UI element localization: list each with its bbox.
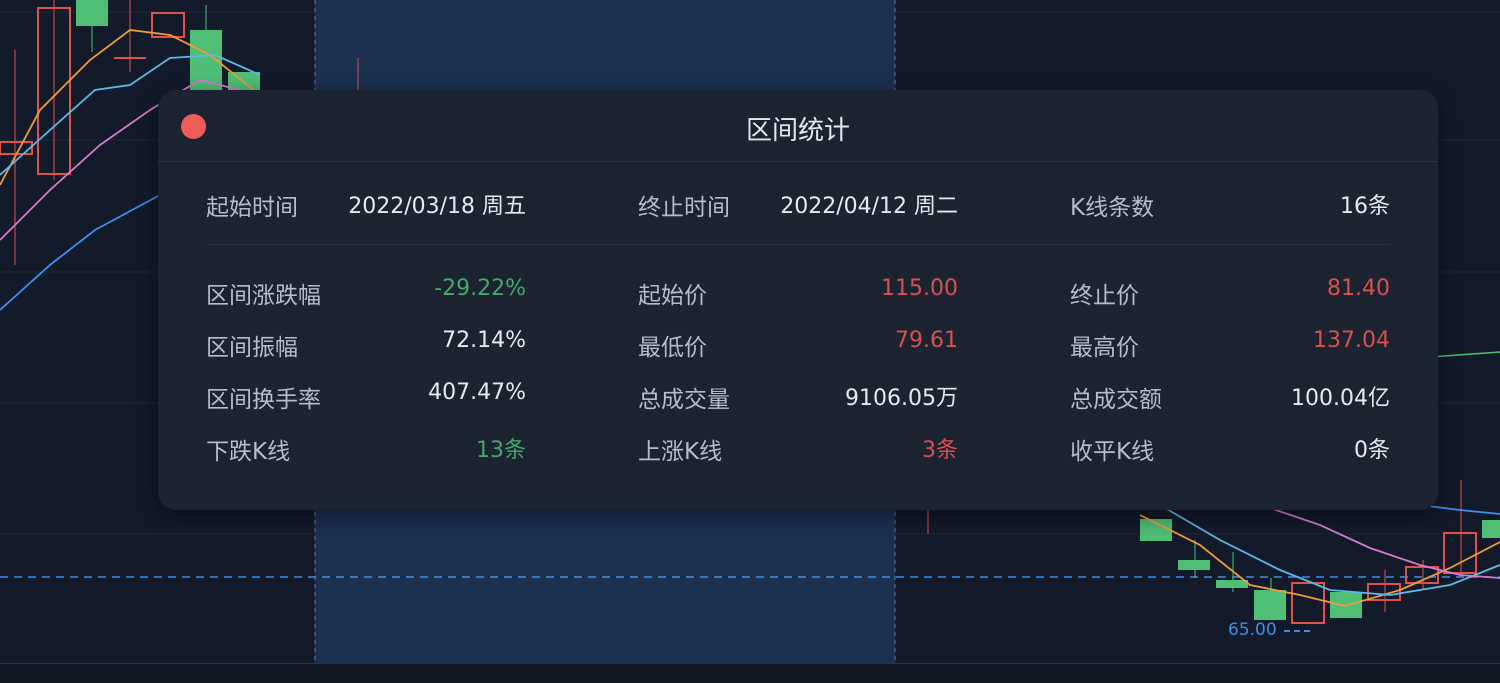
stat-label: 上涨K线 (638, 439, 723, 465)
stat-label: 总成交额 (1070, 387, 1162, 413)
stats-row: 区间涨跌幅 -29.22% 起始价 115.00 终止价 81.40 (158, 276, 1438, 316)
stats-row: 下跌K线 13条 上涨K线 3条 收平K线 0条 (158, 432, 1438, 472)
dialog-header: 区间统计 (158, 90, 1438, 162)
stat-value: 72.14% (442, 328, 526, 353)
stat-value: 9106.05万 (845, 386, 958, 411)
kline-count-label: K线条数 (1070, 195, 1155, 221)
stat-label: 区间涨跌幅 (206, 283, 321, 309)
stat-label: 最高价 (1070, 335, 1139, 361)
price-label-dash (1284, 630, 1310, 632)
stat-label: 下跌K线 (206, 439, 291, 465)
stat-label: 最低价 (638, 335, 707, 361)
stat-value: 81.40 (1327, 276, 1390, 301)
kline-count-value: 16条 (1340, 194, 1390, 219)
stat-value: 79.61 (895, 328, 958, 353)
row-divider (206, 244, 1390, 245)
end-time-label: 终止时间 (638, 195, 730, 221)
stat-value: 137.04 (1313, 328, 1390, 353)
stats-row: 区间换手率 407.47% 总成交量 9106.05万 总成交额 100.04亿 (158, 380, 1438, 420)
stat-label: 区间振幅 (206, 335, 298, 361)
dialog-title: 区间统计 (745, 116, 850, 146)
interval-statistics-dialog: 区间统计 起始时间 2022/03/18 周五 终止时间 2022/04/12 … (158, 90, 1438, 510)
stat-label: 区间换手率 (206, 387, 321, 413)
stat-value: 115.00 (881, 276, 958, 301)
start-time-value: 2022/03/18 周五 (348, 194, 526, 219)
time-range-row: 起始时间 2022/03/18 周五 终止时间 2022/04/12 周二 K线… (158, 188, 1438, 228)
current-price-label: 65.00 (1228, 620, 1277, 640)
start-time-label: 起始时间 (206, 195, 298, 221)
stat-label: 起始价 (638, 283, 707, 309)
stats-row: 区间振幅 72.14% 最低价 79.61 最高价 137.04 (158, 328, 1438, 368)
volume-indicator-strip (0, 663, 1500, 683)
stat-value: -29.22% (434, 276, 526, 301)
stat-value: 0条 (1354, 438, 1390, 463)
stat-value: 407.47% (428, 380, 526, 405)
stat-label: 终止价 (1070, 283, 1139, 309)
stat-value: 3条 (922, 438, 958, 463)
end-time-value: 2022/04/12 周二 (780, 194, 958, 219)
stat-value: 100.04亿 (1291, 386, 1390, 411)
stat-label: 收平K线 (1070, 439, 1155, 465)
stat-value: 13条 (476, 438, 526, 463)
stat-label: 总成交量 (638, 387, 730, 413)
